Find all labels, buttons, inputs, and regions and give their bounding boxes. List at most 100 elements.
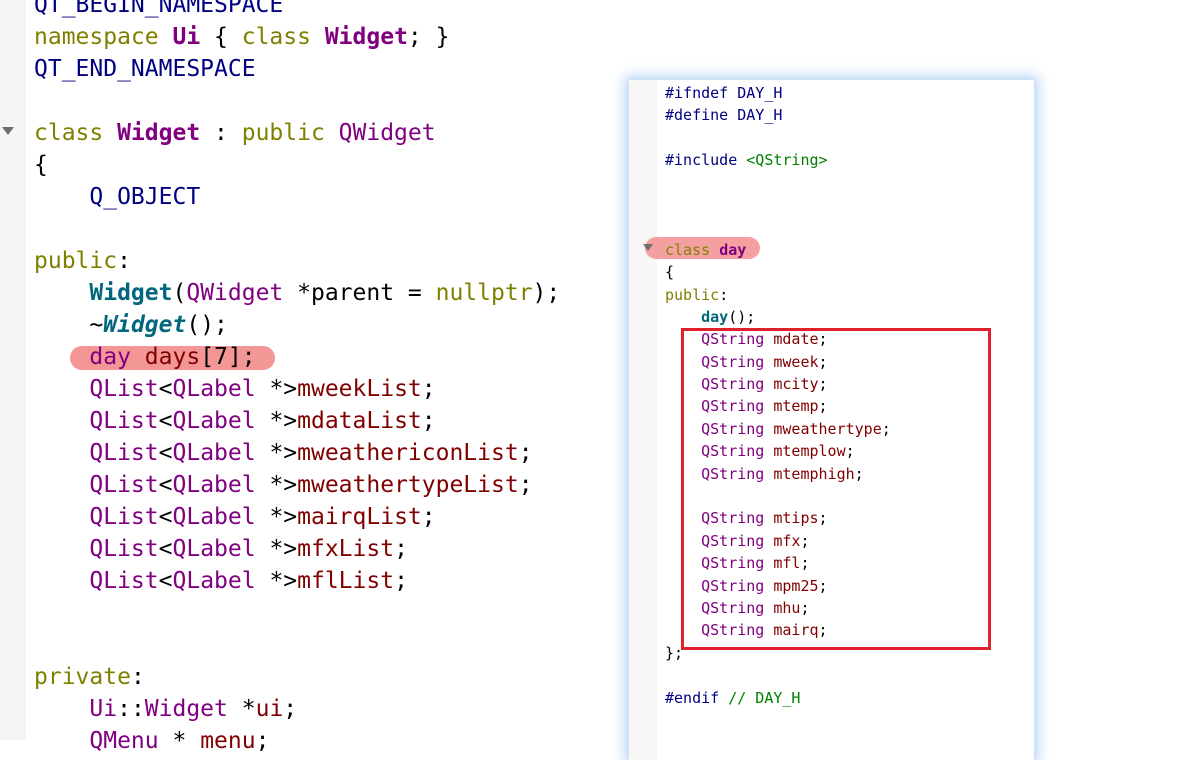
code-line[interactable] [34,629,560,661]
code-token: ; [518,472,533,498]
code-line[interactable]: QMenu * menu; [34,725,560,757]
code-line[interactable]: Q_OBJECT [34,181,560,213]
members-highlight-box [681,328,991,650]
code-token: { [665,263,675,282]
code-token: * [227,696,256,722]
code-token: mfxList [297,536,395,562]
code-token: // DAY_H [728,688,801,707]
code-line[interactable] [665,194,891,216]
code-line[interactable]: class day [665,239,891,261]
code-token: < [158,568,173,594]
code-token: QMenu [89,728,159,754]
code-token: mairqList [297,504,422,530]
code-token: QList [89,408,159,434]
code-token: { [200,24,242,50]
code-line[interactable]: QList<QLabel *>mflList; [34,565,560,597]
code-token: ; } [407,24,450,50]
code-token: Widget [144,696,228,722]
code-token: QT_BEGIN_NAMESPACE [34,0,284,18]
code-line[interactable]: ~Widget(); [34,309,560,341]
code-line[interactable]: Ui::Widget *ui; [34,693,560,725]
code-line[interactable]: day(); [665,306,891,328]
code-line[interactable]: #ifndef DAY_H [665,82,891,104]
code-token: day [719,240,747,259]
code-token: *> [255,440,298,466]
code-line[interactable]: namespace Ui { class Widget; } [34,21,560,53]
code-token: (); [186,312,228,338]
code-token: QLabel [172,376,256,402]
code-line[interactable]: { [665,261,891,283]
code-token: Widget [117,120,201,146]
code-line[interactable] [34,85,560,117]
code-token: mweathertypeList [297,472,519,498]
code-line[interactable]: QList<QLabel *>mweekList; [34,373,560,405]
code-token: :: [117,696,145,722]
code-token: : [130,664,145,690]
code-token: *> [255,376,298,402]
code-token: QLabel [172,408,256,434]
code-line[interactable]: { [34,149,560,181]
left-editor-gutter [0,0,26,740]
code-line[interactable] [665,216,891,238]
code-line[interactable]: QT_END_NAMESPACE [34,53,560,85]
code-line[interactable]: #include <QString> [665,149,891,171]
code-line[interactable]: class Widget : public QWidget [34,117,560,149]
code-line[interactable]: QList<QLabel *>mweathertypeList; [34,469,560,501]
code-token: *> [255,536,298,562]
code-line[interactable]: QT_BEGIN_NAMESPACE [34,0,560,21]
code-line[interactable]: public: [665,284,891,306]
code-token: ( [172,280,187,306]
code-token: : [200,120,242,146]
code-token: #ifndef DAY_H [665,84,783,102]
left-code-editor[interactable]: QT_BEGIN_NAMESPACE namespace Ui { class W… [34,0,560,757]
code-line[interactable]: day days[7]; [34,341,560,373]
code-line[interactable]: #endif // DAY_H [665,687,891,709]
code-line[interactable] [34,597,560,629]
code-line[interactable] [665,127,891,149]
code-line[interactable]: #define DAY_H [665,104,891,126]
code-token: [7]; [200,344,256,370]
code-token: QLabel [172,440,256,466]
code-line[interactable]: QList<QLabel *>mfxList; [34,533,560,565]
code-token: (); [728,307,756,326]
code-token: Q_OBJECT [34,184,201,210]
code-token: QList [89,472,159,498]
code-token: ui [255,696,284,722]
code-token: <QString> [746,151,828,170]
code-token: private [34,664,131,690]
code-token: ; [394,568,408,594]
code-token: QLabel [172,472,256,498]
code-token: QLabel [172,504,256,530]
fold-arrow-icon[interactable] [2,127,14,135]
code-token: ; [255,728,270,754]
code-line[interactable]: QList<QLabel *>mdataList; [34,405,560,437]
code-line[interactable]: private: [34,661,560,693]
code-line[interactable] [34,213,560,245]
code-line[interactable] [665,172,891,194]
code-token: class [665,240,720,259]
code-token: #define DAY_H [665,106,783,125]
code-token: nullptr [435,280,533,306]
code-token: QT_END_NAMESPACE [34,56,256,82]
fold-arrow-icon[interactable] [643,244,653,251]
code-token: QList [89,536,159,562]
code-line[interactable]: Widget(QWidget *parent = nullptr); [34,277,560,309]
code-token: * [158,728,201,754]
code-token: Widget [103,312,187,338]
code-token: *> [255,472,298,498]
code-line[interactable]: QList<QLabel *>mairqList; [34,501,560,533]
code-token: mweekList [297,376,422,402]
code-line[interactable]: public: [34,245,560,277]
code-line[interactable] [665,664,891,686]
code-line[interactable]: QList<QLabel *>mweathericonList; [34,437,560,469]
code-token: ; [283,696,298,722]
